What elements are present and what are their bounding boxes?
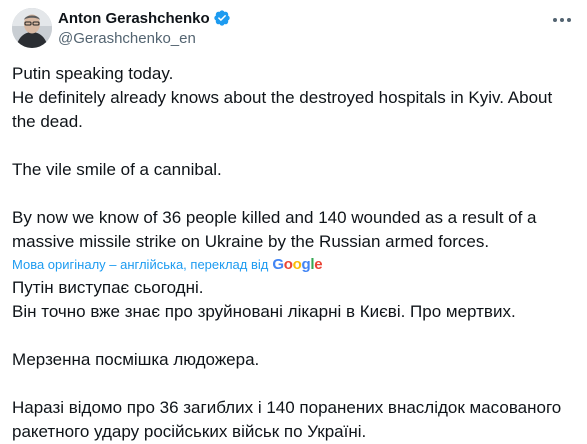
google-logo-letter: e xyxy=(314,255,323,273)
google-logo-letter: G xyxy=(272,255,284,273)
tweet-header: Anton Gerashchenko @Gerashchenko_en xyxy=(12,6,575,50)
tweet-line: By now we know of 36 people killed and 1… xyxy=(12,208,537,251)
translation-link[interactable]: Мова оригіналу – англійська, переклад ві… xyxy=(12,257,268,272)
avatar[interactable] xyxy=(12,8,52,48)
translated-line: Наразі відомо про 36 загиблих і 140 пора… xyxy=(12,398,562,441)
translation-attribution[interactable]: Мова оригіналу – англійська, переклад ві… xyxy=(12,254,323,274)
display-name[interactable]: Anton Gerashchenko xyxy=(58,10,210,27)
tweet-text: Putin speaking today. He definitely alre… xyxy=(12,62,572,254)
google-logo-letter: o xyxy=(292,255,302,273)
translated-text: Путін виступає сьогодні. Він точно вже з… xyxy=(12,276,572,444)
verified-badge-icon xyxy=(214,10,230,26)
translated-line: Мерзенна посмішка людожера. xyxy=(12,350,260,369)
tweet-line: Putin speaking today. xyxy=(12,64,174,83)
google-logo: Google xyxy=(272,256,322,273)
tweet-line: The vile smile of a cannibal. xyxy=(12,160,222,179)
user-block: Anton Gerashchenko @Gerashchenko_en xyxy=(58,8,231,47)
google-logo-letter: o xyxy=(283,255,293,273)
tweet-line: He definitely already knows about the de… xyxy=(12,88,553,131)
translated-line: Він точно вже знає про зруйновані лікарн… xyxy=(12,302,516,321)
handle[interactable]: @Gerashchenko_en xyxy=(58,30,231,47)
more-options-icon[interactable] xyxy=(551,12,573,28)
translated-line: Путін виступає сьогодні. xyxy=(12,278,204,297)
